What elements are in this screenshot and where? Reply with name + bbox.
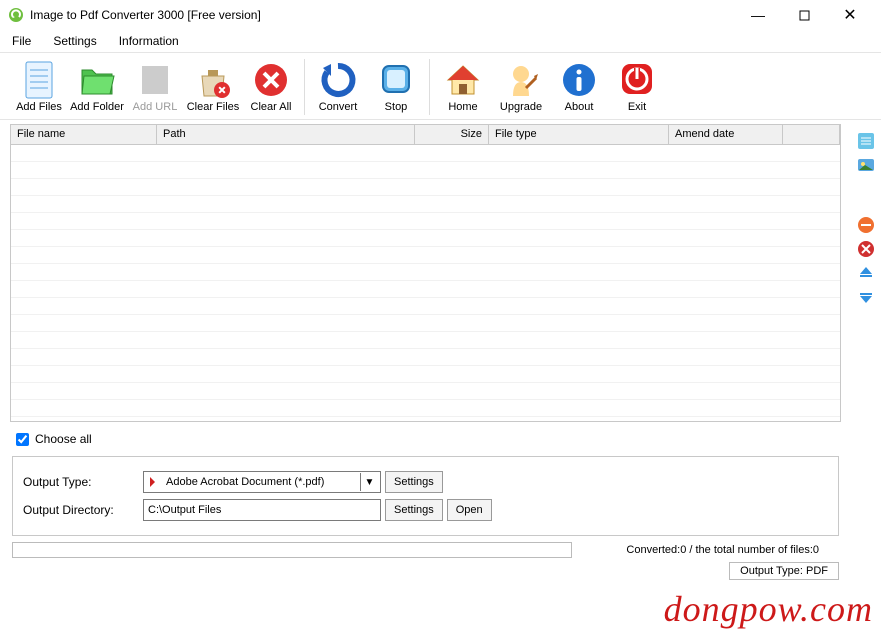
toolbar-separator <box>429 59 430 115</box>
upgrade-button[interactable]: Upgrade <box>492 57 550 115</box>
stop-button[interactable]: Stop <box>367 57 425 115</box>
output-dir-open-button[interactable]: Open <box>447 499 492 521</box>
file-list-table[interactable]: File name Path Size File type Amend date <box>10 124 841 422</box>
output-dir-settings-button[interactable]: Settings <box>385 499 443 521</box>
table-row <box>11 230 840 247</box>
col-size[interactable]: Size <box>415 125 489 144</box>
table-row <box>11 383 840 400</box>
col-path[interactable]: Path <box>157 125 415 144</box>
stop-icon <box>375 59 417 101</box>
table-header: File name Path Size File type Amend date <box>11 125 840 145</box>
menubar: File Settings Information <box>0 30 881 53</box>
table-row <box>11 213 840 230</box>
home-icon <box>442 59 484 101</box>
add-url-button: Add URL <box>126 57 184 115</box>
table-row <box>11 196 840 213</box>
status-output-type: Output Type: PDF <box>729 562 839 580</box>
table-row <box>11 162 840 179</box>
toolbar: Add Files Add Folder Add URL Clear Files… <box>0 53 881 120</box>
choose-all-checkbox[interactable] <box>16 433 29 446</box>
move-down-icon[interactable] <box>857 288 875 306</box>
table-body <box>11 145 840 421</box>
delete-icon[interactable] <box>857 240 875 258</box>
image-icon[interactable] <box>857 156 875 174</box>
clear-all-icon <box>250 59 292 101</box>
file-icon <box>18 59 60 101</box>
home-button[interactable]: Home <box>434 57 492 115</box>
choose-all-label: Choose all <box>35 432 92 446</box>
output-type-label: Output Type: <box>23 475 143 489</box>
upgrade-icon <box>500 59 542 101</box>
app-icon <box>8 7 24 23</box>
col-filename[interactable]: File name <box>11 125 157 144</box>
titlebar: Image to Pdf Converter 3000 [Free versio… <box>0 0 881 30</box>
about-button[interactable]: About <box>550 57 608 115</box>
status-bar: Converted:0 / the total number of files:… <box>12 542 839 558</box>
output-type-combo[interactable]: Adobe Acrobat Document (*.pdf) ▼ <box>143 471 381 493</box>
pdf-icon <box>148 475 162 489</box>
output-type-settings-button[interactable]: Settings <box>385 471 443 493</box>
add-folder-button[interactable]: Add Folder <box>68 57 126 115</box>
clear-files-icon <box>192 59 234 101</box>
table-row <box>11 281 840 298</box>
exit-icon <box>616 59 658 101</box>
folder-icon <box>76 59 118 101</box>
minimize-button[interactable]: — <box>735 0 781 30</box>
table-row <box>11 366 840 383</box>
col-spacer <box>783 125 840 144</box>
list-icon[interactable] <box>857 132 875 150</box>
progress-bar <box>12 542 572 558</box>
table-row <box>11 349 840 366</box>
toolbar-separator <box>304 59 305 115</box>
clear-all-button[interactable]: Clear All <box>242 57 300 115</box>
url-icon <box>134 59 176 101</box>
table-row <box>11 179 840 196</box>
table-row <box>11 400 840 417</box>
table-row <box>11 298 840 315</box>
exit-button[interactable]: Exit <box>608 57 666 115</box>
maximize-button[interactable] <box>781 0 827 30</box>
add-files-button[interactable]: Add Files <box>10 57 68 115</box>
status-text: Converted:0 / the total number of files:… <box>626 544 839 556</box>
clear-files-button[interactable]: Clear Files <box>184 57 242 115</box>
about-icon <box>558 59 600 101</box>
chevron-down-icon: ▼ <box>360 473 378 491</box>
choose-all-row: Choose all <box>2 422 849 452</box>
move-up-icon[interactable] <box>857 264 875 282</box>
menu-settings[interactable]: Settings <box>53 32 108 50</box>
output-panel: Output Type: Adobe Acrobat Document (*.p… <box>12 456 839 536</box>
col-filetype[interactable]: File type <box>489 125 669 144</box>
convert-icon <box>317 59 359 101</box>
output-dir-input[interactable] <box>143 499 381 521</box>
close-button[interactable]: ✕ <box>827 0 873 30</box>
window-title: Image to Pdf Converter 3000 [Free versio… <box>30 8 735 22</box>
remove-icon[interactable] <box>857 216 875 234</box>
watermark: dongpow.com <box>664 588 873 630</box>
menu-file[interactable]: File <box>12 32 43 50</box>
table-row <box>11 332 840 349</box>
table-row <box>11 264 840 281</box>
table-row <box>11 247 840 264</box>
menu-information[interactable]: Information <box>119 32 191 50</box>
table-row <box>11 145 840 162</box>
output-dir-label: Output Directory: <box>23 503 143 517</box>
side-toolbar <box>851 120 881 582</box>
convert-button[interactable]: Convert <box>309 57 367 115</box>
table-row <box>11 315 840 332</box>
col-amend-date[interactable]: Amend date <box>669 125 783 144</box>
